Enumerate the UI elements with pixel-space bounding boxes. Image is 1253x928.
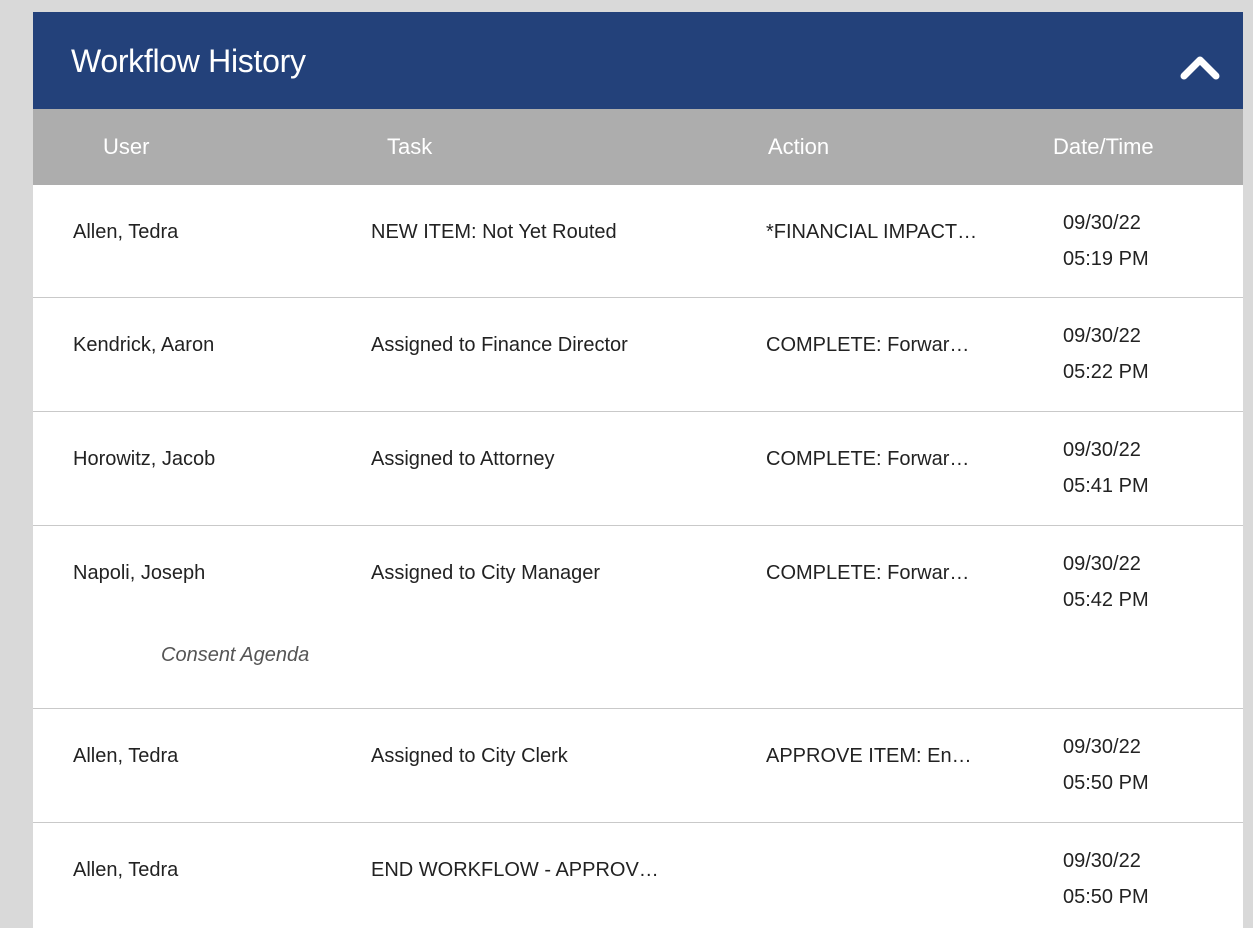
action-cell: COMPLETE: Forwar… (766, 562, 970, 584)
user-cell: Allen, Tedra (73, 859, 179, 881)
time-cell: 05:22 PM (1063, 361, 1149, 383)
action-cell: COMPLETE: Forwar… (766, 448, 970, 470)
column-header-row: User Task Action Date/Time (33, 109, 1243, 185)
collapse-button[interactable] (1175, 42, 1225, 92)
row-note: Consent Agenda (161, 644, 310, 666)
column-header-user[interactable]: User (103, 134, 149, 160)
date-cell: 09/30/22 (1063, 736, 1141, 758)
action-cell: APPROVE ITEM: En… (766, 745, 972, 767)
user-cell: Horowitz, Jacob (73, 448, 216, 470)
user-cell: Allen, Tedra (73, 221, 179, 243)
column-header-task[interactable]: Task (387, 134, 432, 160)
table-row[interactable]: Allen, Tedra NEW ITEM: Not Yet Routed *FIN… (33, 185, 1243, 298)
time-cell: 05:42 PM (1063, 589, 1149, 611)
table-row[interactable]: Horowitz, Jacob Assigned to Attorney COMPL… (33, 412, 1243, 526)
time-cell: 05:50 PM (1063, 772, 1149, 794)
user-cell: Napoli, Joseph (73, 562, 206, 584)
time-cell: 05:19 PM (1063, 248, 1149, 270)
user-cell: Allen, Tedra (73, 745, 179, 767)
date-cell: 09/30/22 (1063, 850, 1141, 872)
date-cell: 09/30/22 (1063, 439, 1141, 461)
date-cell: 09/30/22 (1063, 325, 1141, 347)
panel-header[interactable]: Workflow History (33, 12, 1243, 109)
column-header-datetime[interactable]: Date/Time (1053, 134, 1154, 160)
date-cell: 09/30/22 (1063, 212, 1141, 234)
task-cell: END WORKFLOW - APPROV… (371, 859, 659, 881)
table-row[interactable]: Allen, Tedra END WORKFLOW - APPROV… 09/30/… (33, 823, 1243, 928)
user-cell: Kendrick, Aaron (73, 334, 215, 356)
column-header-action[interactable]: Action (768, 134, 829, 160)
action-cell: *FINANCIAL IMPACT… (766, 221, 978, 243)
workflow-history-panel: Workflow History User Task Action Date/T… (33, 12, 1243, 928)
time-cell: 05:41 PM (1063, 475, 1149, 497)
workflow-table-body: Allen, Tedra NEW ITEM: Not Yet Routed *FIN… (33, 185, 1243, 928)
task-cell: Assigned to Attorney (371, 448, 555, 470)
panel-title: Workflow History (71, 43, 306, 79)
task-cell: Assigned to Finance Director (371, 334, 628, 356)
date-cell: 09/30/22 (1063, 553, 1141, 575)
table-row[interactable]: Napoli, Joseph Assigned to City Manager CO… (33, 526, 1243, 709)
time-cell: 05:50 PM (1063, 886, 1149, 908)
task-cell: Assigned to City Clerk (371, 745, 568, 767)
chevron-up-icon (1180, 56, 1220, 79)
table-row[interactable]: Kendrick, Aaron Assigned to Finance Direc… (33, 298, 1243, 412)
task-cell: Assigned to City Manager (371, 562, 601, 584)
action-cell: COMPLETE: Forwar… (766, 334, 970, 356)
table-row[interactable]: Allen, Tedra Assigned to City Clerk APPROV… (33, 709, 1243, 823)
task-cell: NEW ITEM: Not Yet Routed (371, 221, 617, 243)
